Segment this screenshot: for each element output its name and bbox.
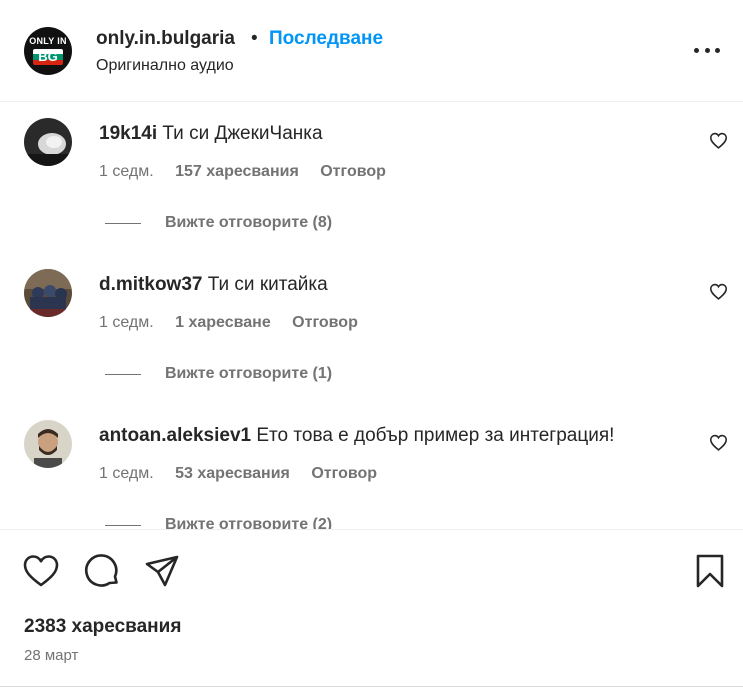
post-footer: 2383 харесвания 28 март [0,529,743,700]
view-replies-label[interactable]: Вижте отговорите (1) [165,365,332,383]
heart-icon[interactable] [709,132,728,149]
comment-text: d.mitkow37 Ти си китайка [99,274,328,296]
comments-list[interactable]: 19k14i Ти си ДжекиЧанка 1 седм. 157 харе… [0,103,743,529]
reply-button[interactable]: Отговор [311,465,377,482]
view-replies-label[interactable]: Вижте отговорите (8) [165,214,332,232]
footer-divider [0,686,743,687]
comment-time: 1 седм. [99,465,154,482]
account-username[interactable]: only.in.bulgaria [96,28,235,50]
comment-item: 19k14i Ти си ДжекиЧанка 1 седм. 157 харе… [0,103,743,254]
view-replies-label[interactable]: Вижте отговорите (2) [165,516,332,529]
logo-text-bottom: BG [38,49,58,64]
comment-meta: 1 седм. 157 харесвания Отговор [99,163,386,181]
post-likes-count[interactable]: 2383 харесвания [24,616,181,638]
comment-icon[interactable] [83,552,121,590]
replies-divider [105,525,141,526]
heart-icon[interactable] [22,552,60,590]
comment-body: Ти си китайка [207,274,328,295]
share-icon[interactable] [143,552,181,590]
commenter-avatar[interactable] [24,269,72,317]
comment-likes[interactable]: 53 харесвания [175,465,290,482]
comment-time: 1 седм. [99,314,154,331]
comment-time: 1 седм. [99,163,154,180]
comment-item: d.mitkow37 Ти си китайка 1 седм. 1 харес… [0,254,743,405]
comment-username[interactable]: d.mitkow37 [99,274,202,295]
comment-meta: 1 седм. 1 харесване Отговор [99,314,358,332]
comment-text: 19k14i Ти си ДжекиЧанка [99,123,323,145]
commenter-avatar[interactable] [24,420,72,468]
audio-link[interactable]: Оригинално аудио [96,57,234,75]
comment-username[interactable]: 19k14i [99,123,157,144]
comment-text: antoan.aleksiev1 Ето това е добър пример… [99,425,614,447]
replies-divider [105,223,141,224]
commenter-avatar[interactable] [24,118,72,166]
comment-item: antoan.aleksiev1 Ето това е добър пример… [0,405,743,529]
post-header: ONLY IN BG only.in.bulgaria • Последване… [0,0,743,102]
comment-body: Ти си ДжекиЧанка [162,123,323,144]
post-date: 28 март [24,647,79,664]
comment-likes[interactable]: 157 харесвания [175,163,299,180]
account-avatar[interactable]: ONLY IN BG [24,27,72,75]
heart-icon[interactable] [709,434,728,451]
comment-meta: 1 седм. 53 харесвания Отговор [99,465,377,483]
replies-divider [105,374,141,375]
comment-username[interactable]: antoan.aleksiev1 [99,425,251,446]
heart-icon[interactable] [709,283,728,300]
separator-dot: • [251,28,258,49]
comment-likes[interactable]: 1 харесване [175,314,271,331]
reply-button[interactable]: Отговор [292,314,358,331]
reply-button[interactable]: Отговор [320,163,386,180]
comment-body: Ето това е добър пример за интеграция! [256,425,615,446]
bookmark-icon[interactable] [691,552,729,590]
logo-text-top: ONLY IN [29,36,67,46]
more-options-icon[interactable] [694,40,720,60]
follow-button[interactable]: Последване [269,28,383,50]
